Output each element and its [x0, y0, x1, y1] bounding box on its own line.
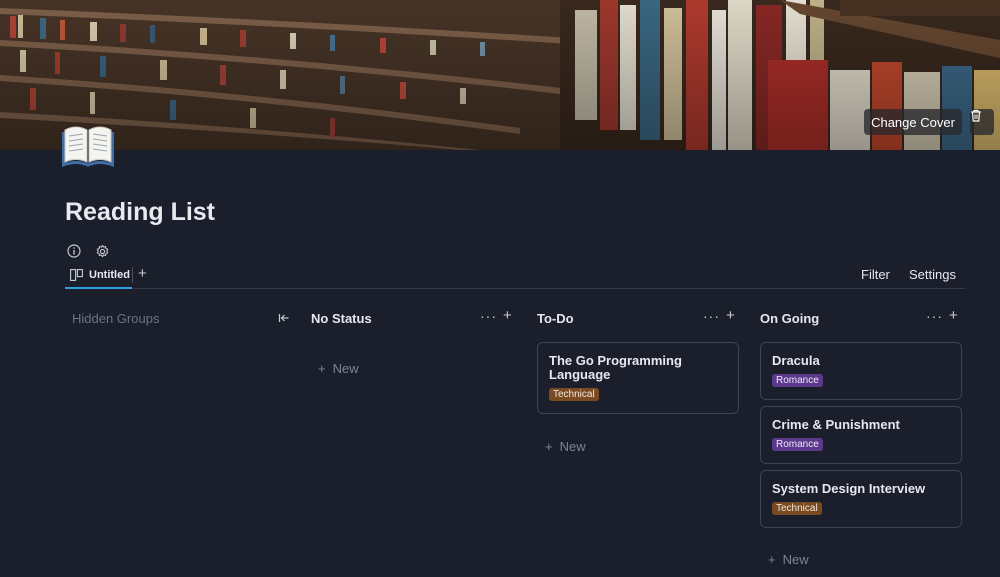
column-add-card-button[interactable]: +	[726, 307, 735, 324]
new-card-label: New	[559, 439, 586, 454]
new-card-button[interactable]: + New	[768, 552, 809, 567]
column-more-button[interactable]: ···	[926, 308, 943, 324]
tag-badge: Technical	[772, 502, 822, 515]
info-icon[interactable]	[67, 244, 83, 260]
card-title: System Design Interview	[772, 481, 926, 496]
tab-label: Untitled	[89, 268, 130, 281]
change-cover-button[interactable]: Change Cover	[864, 109, 962, 135]
plus-icon: +	[768, 552, 776, 567]
board-icon	[70, 268, 83, 281]
delete-cover-button[interactable]	[970, 109, 994, 135]
column-more-button[interactable]: ···	[480, 308, 497, 324]
tag-badge: Romance	[772, 438, 823, 451]
card[interactable]: The Go Programming Language Technical	[537, 342, 739, 414]
tab-divider	[132, 267, 133, 283]
tab-untitled-board[interactable]: Untitled	[65, 262, 132, 289]
column-add-card-button[interactable]: +	[949, 307, 958, 324]
view-tab-bar: Untitled + Filter Settings	[65, 262, 965, 289]
new-card-button[interactable]: + New	[545, 439, 586, 454]
collapse-hidden-groups-icon[interactable]	[278, 311, 292, 325]
new-card-button[interactable]: + New	[318, 361, 359, 376]
plus-icon: +	[545, 439, 553, 454]
column-header-to-do[interactable]: To-Do	[537, 311, 574, 326]
tag-badge: Technical	[549, 388, 599, 401]
column-header-no-status[interactable]: No Status	[311, 311, 372, 326]
page-title[interactable]: Reading List	[65, 198, 215, 227]
open-book-icon[interactable]	[61, 122, 115, 168]
cover-image: Change Cover	[0, 0, 1000, 150]
card[interactable]: Crime & Punishment Romance	[760, 406, 962, 464]
add-view-button[interactable]: +	[138, 265, 147, 282]
column-add-card-button[interactable]: +	[503, 307, 512, 324]
new-card-label: New	[782, 552, 809, 567]
hidden-groups-label: Hidden Groups	[72, 311, 160, 326]
card-title: The Go Programming Language	[549, 353, 682, 382]
card[interactable]: Dracula Romance	[760, 342, 962, 400]
card-title: Dracula	[772, 353, 820, 368]
settings-button[interactable]: Settings	[909, 267, 956, 282]
column-header-on-going[interactable]: On Going	[760, 311, 819, 326]
new-card-label: New	[332, 361, 359, 376]
card-title: Crime & Punishment	[772, 417, 900, 432]
column-more-button[interactable]: ···	[703, 308, 720, 324]
card[interactable]: System Design Interview Technical	[760, 470, 962, 528]
filter-button[interactable]: Filter	[861, 267, 890, 282]
trash-icon	[971, 109, 981, 122]
plus-icon: +	[318, 361, 326, 376]
bookshelf-illustration	[0, 0, 1000, 150]
gear-icon[interactable]	[95, 244, 111, 260]
tag-badge: Romance	[772, 374, 823, 387]
